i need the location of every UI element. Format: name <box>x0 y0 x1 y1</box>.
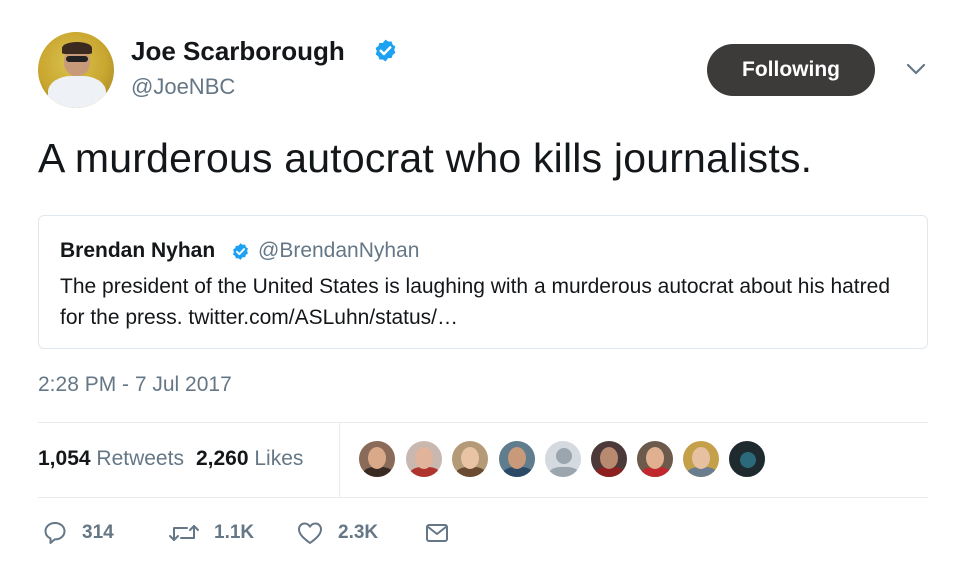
tweet-timestamp[interactable]: 2:28 PM - 7 Jul 2017 <box>38 372 232 398</box>
tweet-text: A murderous autocrat who kills journalis… <box>38 135 813 181</box>
divider <box>38 422 928 423</box>
divider <box>38 497 928 498</box>
author-name[interactable]: Joe Scarborough <box>131 36 345 66</box>
liker-avatar[interactable] <box>358 440 396 478</box>
likes-label: Likes <box>254 447 304 470</box>
reply-count: 314 <box>82 522 114 543</box>
likes-stat[interactable]: 2,260 Likes <box>196 447 303 470</box>
like-button[interactable]: 2.3K <box>296 518 378 548</box>
following-button[interactable]: Following <box>707 44 875 96</box>
liker-avatar[interactable] <box>590 440 628 478</box>
divider <box>339 423 340 497</box>
verified-badge-icon <box>233 243 248 260</box>
retweets-label: Retweets <box>96 447 184 470</box>
like-count: 2.3K <box>338 522 379 543</box>
reply-button[interactable]: 314 <box>42 518 114 548</box>
reply-icon <box>44 522 66 544</box>
liker-avatar[interactable] <box>498 440 536 478</box>
envelope-icon <box>426 524 448 542</box>
liker-avatar[interactable] <box>451 440 489 478</box>
liker-avatar[interactable] <box>636 440 674 478</box>
liker-avatar[interactable] <box>544 440 582 478</box>
quoted-tweet-text: The president of the United States is la… <box>60 275 890 329</box>
retweet-button[interactable]: 1.1K <box>168 518 254 548</box>
verified-badge-icon <box>375 39 396 62</box>
heart-icon <box>298 522 322 544</box>
retweet-count: 1.1K <box>214 522 255 543</box>
liker-avatar[interactable] <box>405 440 443 478</box>
liker-avatar[interactable] <box>728 440 766 478</box>
likes-count: 2,260 <box>195 447 249 470</box>
retweet-icon <box>169 525 199 541</box>
liker-avatar[interactable] <box>682 440 720 478</box>
tweet-stats: 1,054 Retweets 2,260 Likes <box>38 446 303 472</box>
retweets-stat[interactable]: 1,054 Retweets <box>38 447 184 470</box>
quoted-author-name: Brendan Nyhan <box>60 239 216 262</box>
retweets-count: 1,054 <box>38 447 91 470</box>
quoted-author-handle: @BrendanNyhan <box>258 239 420 262</box>
chevron-down-icon[interactable] <box>904 60 928 78</box>
author-avatar[interactable] <box>38 32 114 108</box>
author-handle[interactable]: @JoeNBC <box>131 74 235 100</box>
quoted-tweet-card[interactable]: Brendan Nyhan @BrendanNyhan The presiden… <box>38 215 928 349</box>
direct-message-button[interactable] <box>424 518 450 548</box>
